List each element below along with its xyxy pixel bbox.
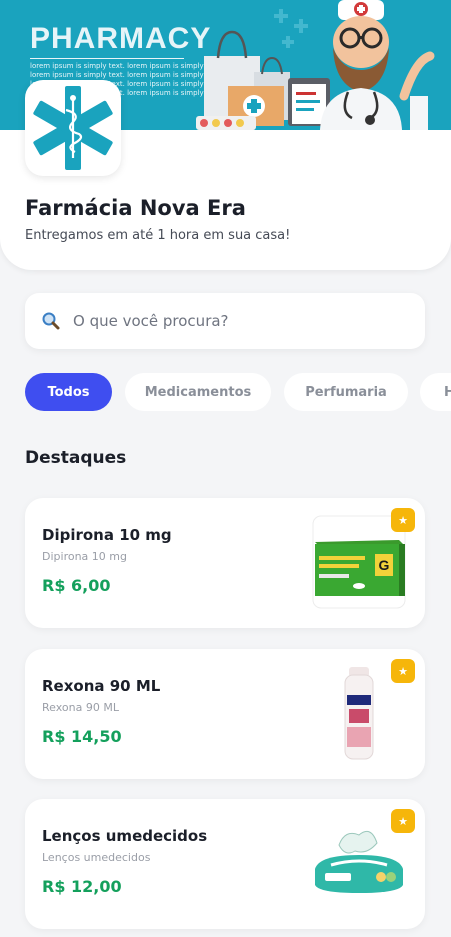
product-card-lencos[interactable]: Lenços umedecidos Lenços umedecidos R$ 1… — [25, 799, 425, 929]
product-subtitle: Rexona 90 ML — [42, 701, 119, 714]
category-chips: Todos Medicamentos Perfumaria H — [25, 373, 451, 411]
banner-line: lorem ipsum is simply text. lorem ipsum … — [30, 71, 222, 79]
favorite-star-icon[interactable]: ★ — [391, 809, 415, 833]
product-price: R$ 14,50 — [42, 727, 122, 746]
product-name: Dipirona 10 mg — [42, 526, 172, 544]
chip-todos[interactable]: Todos — [25, 373, 112, 411]
chip-partial[interactable]: H — [420, 373, 451, 411]
favorite-star-icon[interactable]: ★ — [391, 508, 415, 532]
section-title: Destaques — [25, 448, 127, 468]
product-name: Rexona 90 ML — [42, 677, 161, 695]
banner-illustration — [196, 0, 435, 130]
store-logo — [25, 80, 121, 176]
chip-medicamentos[interactable]: Medicamentos — [125, 373, 271, 411]
product-price: R$ 6,00 — [42, 576, 111, 595]
chip-perfumaria[interactable]: Perfumaria — [284, 373, 408, 411]
star-of-life-icon — [33, 86, 113, 170]
product-name: Lenços umedecidos — [42, 827, 208, 845]
search-icon — [42, 312, 60, 330]
store-header: PHARMACY lorem ipsum is simply text. lor… — [0, 0, 451, 270]
banner-title: PHARMACY — [30, 22, 212, 55]
product-price: R$ 12,00 — [42, 877, 122, 896]
search-bar[interactable] — [25, 293, 425, 349]
store-tagline: Entregamos em até 1 hora em sua casa! — [25, 228, 291, 243]
product-card-rexona[interactable]: Rexona 90 ML Rexona 90 ML R$ 14,50 ★ — [25, 649, 425, 779]
banner-divider — [30, 58, 184, 59]
svg-text:G: G — [379, 557, 390, 573]
banner-line: lorem ipsum is simply text. lorem ipsum … — [30, 62, 222, 70]
product-subtitle: Lenços umedecidos — [42, 851, 151, 864]
product-subtitle: Dipirona 10 mg — [42, 550, 127, 563]
search-input[interactable] — [73, 309, 403, 333]
product-card-dipirona[interactable]: Dipirona 10 mg Dipirona 10 mg R$ 6,00 G … — [25, 498, 425, 628]
store-name: Farmácia Nova Era — [25, 196, 246, 220]
favorite-star-icon[interactable]: ★ — [391, 659, 415, 683]
